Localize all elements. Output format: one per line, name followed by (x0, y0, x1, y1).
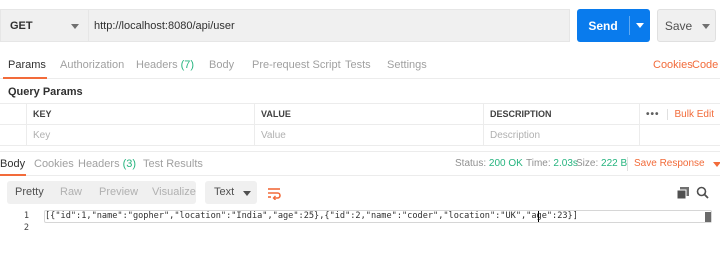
send-button[interactable]: Send (577, 9, 650, 42)
row-checkbox-cell (0, 125, 26, 145)
status-info: Status: 200 OK (455, 158, 523, 169)
more-options-icon[interactable]: ••• (646, 109, 660, 120)
text-cursor (538, 211, 539, 222)
time-info: Time: 2.03s (526, 158, 578, 169)
size-value: 222 B (601, 158, 628, 169)
save-button[interactable]: Save (657, 9, 716, 42)
response-headers-count-badge: (3) (122, 158, 137, 170)
checkbox-column-header (0, 104, 26, 124)
tab-pre-request-script[interactable]: Pre-request Script (252, 59, 341, 71)
status-value: 200 OK (488, 158, 523, 169)
chevron-down-icon (243, 191, 251, 196)
size-label: Size: (576, 158, 599, 169)
key-input[interactable]: Key (26, 125, 254, 145)
tab-headers-label: Headers (136, 59, 178, 71)
key-column-header: KEY (26, 104, 254, 124)
tab-headers[interactable]: Headers (7) (136, 59, 194, 71)
response-tab-headers-label: Headers (78, 158, 120, 170)
table-header-row: KEY VALUE DESCRIPTION ••• Bulk Edit (0, 104, 720, 125)
response-tab-cookies[interactable]: Cookies (34, 158, 74, 170)
tab-params[interactable]: Params (8, 59, 46, 71)
headers-count-badge: (7) (180, 59, 195, 71)
view-preview[interactable]: Preview (99, 186, 138, 198)
value-column-header: VALUE (254, 104, 483, 124)
response-tabs: Body Cookies Headers (3) Test Results St… (0, 151, 720, 176)
active-tab-indicator (3, 77, 47, 79)
save-response-button[interactable]: Save Response (634, 158, 720, 169)
code-line: [{"id":1,"name":"gopher","location":"Ind… (45, 211, 578, 221)
url-text: http://localhost:8080/api/user (94, 19, 235, 32)
query-params-table: KEY VALUE DESCRIPTION ••• Bulk Edit Key … (0, 103, 720, 146)
cookies-link[interactable]: Cookies (653, 59, 693, 71)
copy-icon[interactable] (677, 187, 689, 199)
method-select[interactable]: GET (0, 9, 88, 42)
response-active-tab-indicator (0, 174, 26, 176)
status-label: Status: (455, 158, 487, 169)
response-view-toolbar: Pretty Raw Preview Visualize Text (0, 181, 720, 205)
description-column-header: DESCRIPTION (483, 104, 639, 124)
chevron-down-icon (713, 162, 720, 167)
bulk-edit-link[interactable]: Bulk Edit (666, 108, 714, 120)
tab-tests[interactable]: Tests (345, 59, 371, 71)
line-number: 2 (23, 223, 29, 233)
response-tab-test-results[interactable]: Test Results (143, 158, 203, 170)
save-chevron-down-icon[interactable] (702, 24, 710, 29)
send-divider (629, 16, 630, 35)
view-visualize[interactable]: Visualize (152, 186, 196, 198)
view-mode-selector: Pretty Raw Preview Visualize (7, 181, 196, 204)
chevron-down-icon (71, 24, 79, 29)
view-raw[interactable]: Raw (60, 186, 82, 198)
query-params-title: Query Params (8, 86, 83, 98)
wrap-lines-icon[interactable] (261, 181, 286, 204)
tab-body[interactable]: Body (209, 59, 234, 71)
request-bar: GET http://localhost:8080/api/user Send … (0, 9, 720, 43)
send-label: Send (588, 18, 618, 33)
request-tabs: Params Authorization Headers (7) Body Pr… (0, 52, 720, 79)
status-divider (627, 157, 628, 171)
search-icon[interactable] (696, 186, 709, 199)
description-input[interactable]: Description (483, 125, 639, 145)
format-select[interactable]: Text (205, 181, 257, 204)
method-label: GET (10, 19, 33, 32)
send-chevron-down-icon[interactable] (636, 23, 644, 28)
table-row: Key Value Description (0, 125, 720, 146)
line-number: 1 (23, 211, 29, 221)
code-link[interactable]: Code (692, 59, 718, 71)
save-label: Save (664, 18, 693, 33)
response-tab-headers[interactable]: Headers (3) (78, 158, 136, 170)
time-value: 2.03s (553, 158, 578, 169)
horizontal-scrollbar-thumb[interactable] (705, 212, 711, 222)
url-input[interactable]: http://localhost:8080/api/user (88, 9, 570, 42)
save-response-label: Save Response (634, 158, 705, 169)
tab-settings[interactable]: Settings (387, 59, 427, 71)
value-input[interactable]: Value (254, 125, 483, 145)
view-pretty[interactable]: Pretty (15, 186, 44, 198)
size-info: Size: 222 B (576, 158, 627, 169)
row-actions-cell (639, 125, 720, 145)
format-label: Text (214, 186, 235, 198)
tab-authorization[interactable]: Authorization (60, 59, 124, 71)
response-body-viewer[interactable]: 1 [{"id":1,"name":"gopher","location":"I… (0, 210, 720, 241)
time-label: Time: (526, 158, 551, 169)
response-tab-body[interactable]: Body (0, 158, 25, 170)
table-actions: ••• Bulk Edit (639, 104, 720, 124)
